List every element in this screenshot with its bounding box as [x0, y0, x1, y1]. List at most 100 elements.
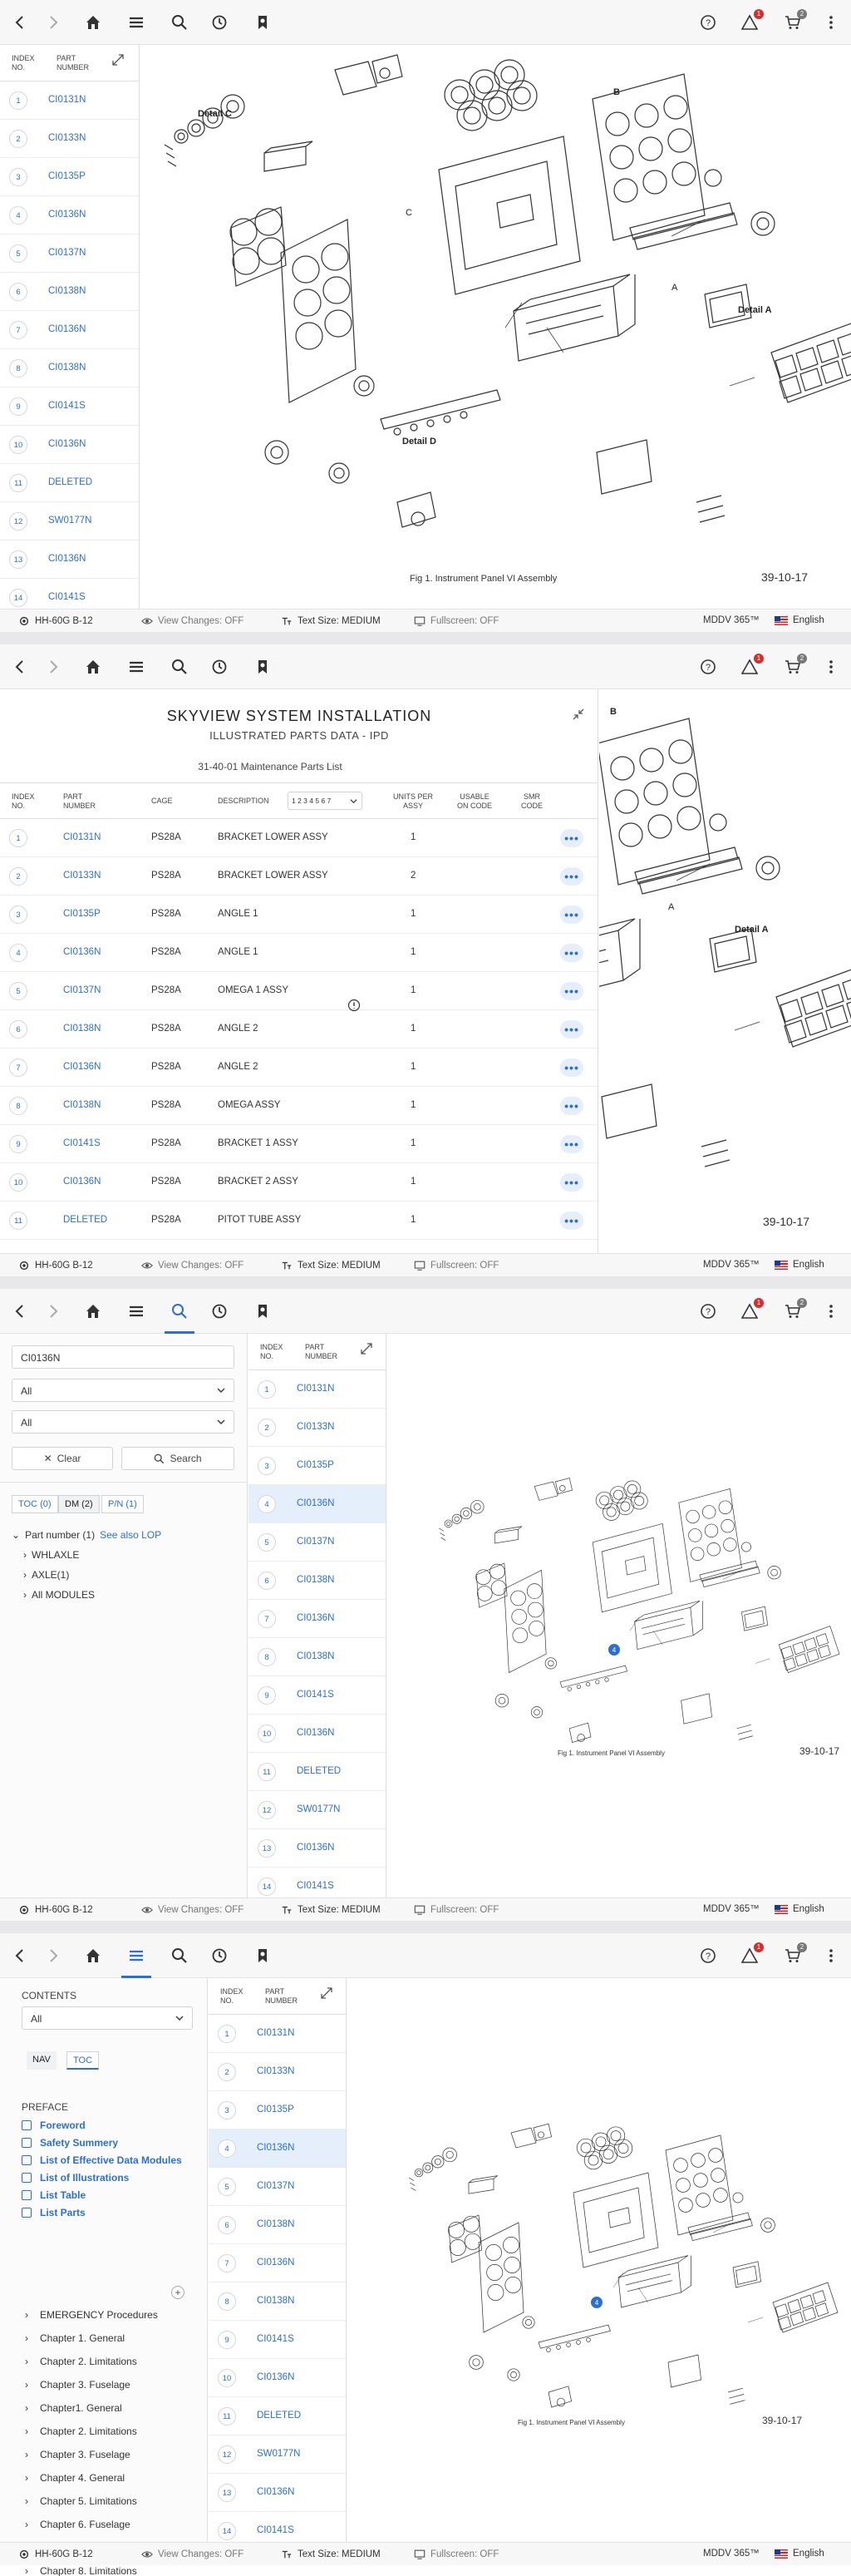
- expand-icon[interactable]: [111, 53, 125, 67]
- aircraft-selector[interactable]: HH-60G B-12: [18, 2549, 93, 2560]
- text-size-toggle[interactable]: Text Size: MEDIUM: [281, 615, 381, 627]
- add-icon[interactable]: +: [171, 2286, 184, 2299]
- table-row[interactable]: 5 CI0137N: [0, 234, 139, 273]
- menu-icon[interactable]: [126, 12, 146, 32]
- table-row[interactable]: 9 CI0141S: [248, 1676, 386, 1715]
- table-row[interactable]: 4 CI0136N: [0, 196, 139, 234]
- row-part-number[interactable]: CI0133N: [257, 2066, 294, 2076]
- table-row[interactable]: 4 CI0136N PS28A ANGLE 1 1 •••: [0, 934, 598, 972]
- table-row[interactable]: 8 CI0138N: [209, 2282, 346, 2321]
- table-row[interactable]: 6 CI0138N PS28A ANGLE 2 1 •••: [0, 1010, 598, 1049]
- table-row[interactable]: 13 CI0136N: [209, 2474, 346, 2512]
- chapter-item[interactable]: › Chapter 1. General: [25, 2332, 125, 2344]
- alert-icon[interactable]: 1: [740, 9, 764, 32]
- table-row[interactable]: 7 CI0136N: [209, 2244, 346, 2282]
- search-button[interactable]: Search: [121, 1447, 234, 1470]
- row-part-number[interactable]: CI0141S: [48, 592, 86, 602]
- chapter-item[interactable]: › Chapter 2. Limitations: [25, 2356, 137, 2367]
- tab-toc[interactable]: TOC: [66, 2051, 100, 2070]
- row-part-number[interactable]: CI0141S: [63, 1138, 101, 1148]
- result-item[interactable]: › AXLE(1): [12, 1565, 161, 1585]
- table-row[interactable]: 2 CI0133N: [209, 2053, 346, 2091]
- search-input[interactable]: CI0136N: [12, 1345, 234, 1369]
- chapter-item[interactable]: › EMERGENCY Procedures: [25, 2309, 158, 2321]
- view-changes-toggle[interactable]: View Changes: OFF: [141, 1260, 243, 1271]
- table-row[interactable]: 13 CI0136N: [248, 1829, 386, 1868]
- table-row[interactable]: 10 CI0136N: [248, 1715, 386, 1753]
- more-vert-icon[interactable]: [821, 657, 841, 677]
- row-part-number[interactable]: CI0137N: [48, 248, 86, 258]
- table-row[interactable]: 12 SW0177N: [248, 1791, 386, 1829]
- row-part-number[interactable]: DELETED: [297, 1766, 341, 1776]
- row-part-number[interactable]: CI0136N: [297, 1843, 334, 1853]
- row-more-button[interactable]: •••: [560, 867, 583, 886]
- row-more-button[interactable]: •••: [560, 1173, 583, 1192]
- expand-icon[interactable]: [320, 1986, 333, 2000]
- toc-item[interactable]: List of Illustrations: [22, 2172, 129, 2184]
- toc-item[interactable]: Foreword: [22, 2120, 86, 2131]
- row-part-number[interactable]: CI0141S: [257, 2525, 294, 2535]
- row-part-number[interactable]: CI0138N: [48, 363, 86, 373]
- toc-item[interactable]: List of Effective Data Modules: [22, 2154, 182, 2166]
- row-part-number[interactable]: CI0136N: [297, 1728, 334, 1738]
- table-row[interactable]: 13 CI0136N: [0, 540, 139, 579]
- row-part-number[interactable]: SW0177N: [297, 1804, 340, 1814]
- back-icon[interactable]: [10, 1301, 30, 1321]
- contents-filter-select[interactable]: All: [22, 2006, 193, 2030]
- forward-icon[interactable]: [43, 1946, 63, 1966]
- row-part-number[interactable]: CI0141S: [48, 401, 86, 411]
- help-icon[interactable]: ?: [698, 1946, 718, 1966]
- chapter-item[interactable]: › Chapter 8. Limitations: [25, 2565, 137, 2576]
- tab-toc-results[interactable]: TOC (0): [12, 1495, 58, 1513]
- language-selector[interactable]: English: [775, 615, 824, 625]
- cart-icon[interactable]: 2: [783, 1942, 807, 1966]
- aircraft-selector[interactable]: HH-60G B-12: [18, 615, 93, 627]
- text-size-toggle[interactable]: Text Size: MEDIUM: [281, 2549, 381, 2560]
- row-part-number[interactable]: CI0137N: [257, 2181, 294, 2191]
- filter-select-1[interactable]: All: [12, 1379, 234, 1402]
- forward-icon[interactable]: [43, 657, 63, 677]
- row-part-number[interactable]: CI0138N: [257, 2296, 294, 2306]
- toc-item[interactable]: Safety Summery: [22, 2137, 118, 2149]
- back-icon[interactable]: [10, 12, 30, 32]
- bookmark-icon[interactable]: [253, 1946, 273, 1966]
- see-also-link[interactable]: See also LOP: [100, 1529, 161, 1541]
- view-changes-toggle[interactable]: View Changes: OFF: [141, 615, 243, 627]
- row-part-number[interactable]: CI0133N: [48, 133, 86, 143]
- more-vert-icon[interactable]: [821, 1301, 841, 1321]
- row-part-number[interactable]: CI0138N: [297, 1575, 334, 1585]
- fullscreen-toggle[interactable]: Fullscreen: OFF: [414, 1904, 499, 1916]
- row-part-number[interactable]: CI0133N: [297, 1422, 334, 1432]
- cart-icon[interactable]: 2: [783, 9, 807, 32]
- row-part-number[interactable]: CI0135P: [297, 1460, 334, 1470]
- row-part-number[interactable]: CI0136N: [63, 1062, 101, 1072]
- expand-icon[interactable]: [360, 1342, 373, 1355]
- table-row[interactable]: 3 CI0135P: [248, 1447, 386, 1485]
- language-selector[interactable]: English: [775, 1904, 824, 1914]
- table-row[interactable]: 5 CI0137N PS28A OMEGA 1 ASSY 1 •••: [0, 972, 598, 1010]
- table-row[interactable]: 11 DELETED: [209, 2397, 346, 2435]
- table-row[interactable]: 11 DELETED: [248, 1753, 386, 1791]
- table-row[interactable]: 3 CI0135P PS28A ANGLE 1 1 •••: [0, 896, 598, 934]
- alert-icon[interactable]: 1: [740, 654, 764, 677]
- row-more-button[interactable]: •••: [560, 829, 583, 847]
- row-part-number[interactable]: CI0138N: [63, 1100, 101, 1110]
- menu-icon[interactable]: [126, 1301, 146, 1321]
- table-row[interactable]: 10 CI0136N: [0, 426, 139, 464]
- table-row[interactable]: 1 CI0131N: [248, 1370, 386, 1409]
- bookmark-icon[interactable]: [253, 1301, 273, 1321]
- cart-icon[interactable]: 2: [783, 1298, 807, 1321]
- row-more-button[interactable]: •••: [560, 1135, 583, 1153]
- table-row[interactable]: 5 CI0137N: [248, 1523, 386, 1562]
- chapter-item[interactable]: › Chapter 6. Fuselage: [25, 2519, 130, 2530]
- row-part-number[interactable]: SW0177N: [257, 2449, 300, 2459]
- table-row[interactable]: 2 CI0133N: [248, 1409, 386, 1447]
- table-row[interactable]: 7 CI0136N: [0, 311, 139, 349]
- chapter-item[interactable]: › Chapter 2. Limitations: [25, 2425, 137, 2437]
- row-part-number[interactable]: CI0136N: [257, 2143, 294, 2153]
- row-part-number[interactable]: DELETED: [48, 477, 92, 487]
- info-icon[interactable]: [347, 999, 361, 1012]
- row-part-number[interactable]: CI0138N: [63, 1024, 101, 1034]
- figure-diagram[interactable]: 4 Fig 1. Instrument Panel VI Assembly 39…: [347, 1978, 851, 2542]
- row-part-number[interactable]: CI0138N: [297, 1651, 334, 1661]
